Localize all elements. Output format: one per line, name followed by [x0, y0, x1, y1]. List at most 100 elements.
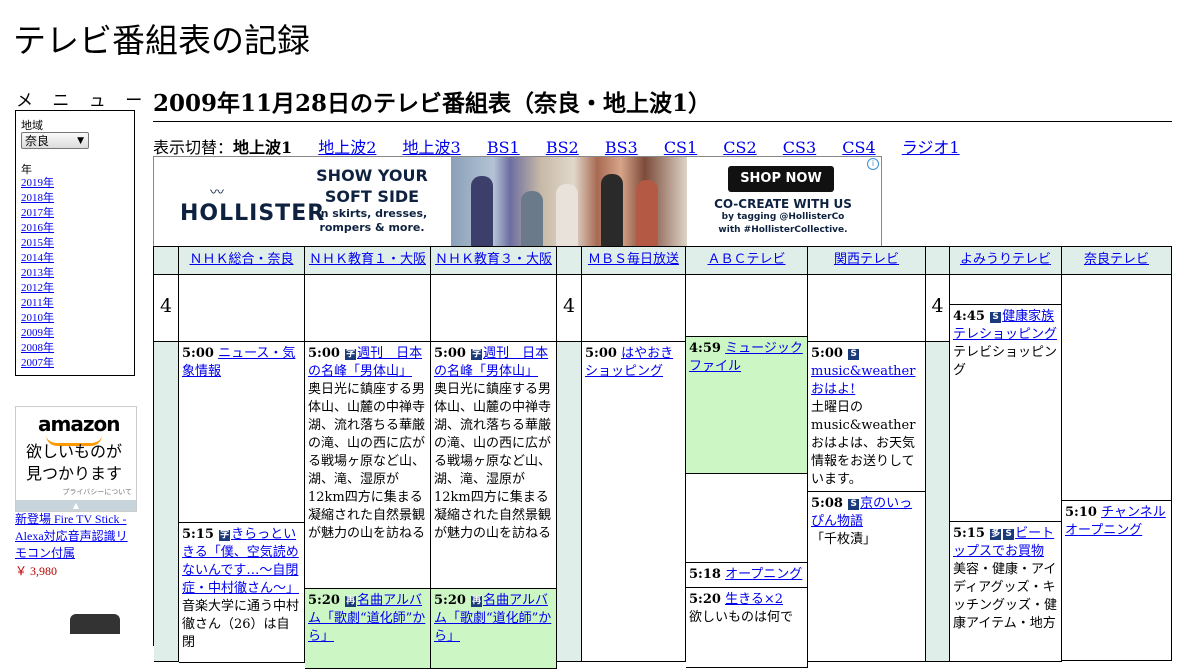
stereo-icon: S — [1003, 529, 1015, 540]
program-cell-empty — [431, 275, 557, 342]
shop-now-button[interactable]: SHOP NOW — [728, 166, 834, 192]
program-cell-empty — [582, 275, 686, 342]
program-title-link[interactable]: 生きる×2 — [725, 592, 783, 607]
program-cell: 4:45 S 健康家族テレショッピング テレビショッピング — [950, 305, 1062, 522]
switch-link[interactable]: 地上波2 — [318, 138, 376, 157]
channel-link[interactable]: よみうりテレビ — [960, 252, 1051, 267]
switch-label: 表示切替： — [153, 138, 234, 157]
ad-copy-line: 見つかります — [26, 464, 123, 483]
year-link[interactable]: 2014年 — [21, 251, 54, 266]
switch-link[interactable]: CS1 — [664, 138, 697, 157]
menu-heading: メ ニ ュ ー — [16, 91, 150, 111]
channel-link[interactable]: ＮＨＫ教育３・大阪 — [435, 252, 552, 267]
hour-cell: 4 — [557, 275, 582, 342]
region-label: 地域 — [21, 119, 43, 132]
hour-number: 4 — [159, 295, 173, 317]
banner-subline: in skirts, dresses, rompers & more. — [316, 207, 428, 234]
year-link[interactable]: 2019年 — [21, 176, 54, 191]
year-link[interactable]: 2016年 — [21, 221, 54, 236]
rebroadcast-icon: 再 — [471, 596, 483, 607]
amazon-ad[interactable]: amazon 欲しいものが 見つかります プライバシーについて ▲ — [15, 406, 137, 512]
year-list: 2019年 2018年 2017年 2016年 2015年 2014年 2013… — [21, 176, 54, 371]
switch-link[interactable]: CS2 — [723, 138, 756, 157]
program-cell: 5:00 はやおきショッピング — [582, 342, 686, 662]
year-label: 年 — [21, 163, 32, 176]
channel-link[interactable]: ＮＨＫ総合・奈良 — [189, 252, 293, 267]
stereo-icon: S — [848, 349, 860, 360]
model-figure — [601, 174, 623, 246]
channel-link[interactable]: 奈良テレビ — [1084, 252, 1149, 267]
ad-product-link[interactable]: 新登場 Fire TV Stick - Alexa対応音声認識リモコン付属 — [15, 511, 137, 562]
fire-tv-stick-image[interactable] — [70, 614, 120, 634]
model-figure — [636, 180, 658, 246]
program-cell-empty — [686, 474, 808, 563]
program-cell: 4:59 ミュージックファイル — [686, 337, 808, 474]
sidebar-menu: 地域 奈良 ▼ 年 2019年 2018年 2017年 2016年 2015年 … — [15, 110, 135, 376]
channel-link[interactable]: 関西テレビ — [834, 252, 899, 267]
subtitle-icon: 字 — [471, 349, 483, 360]
hollister-banner-ad[interactable]: 〰 HOLLISTER SHOW YOUR SOFT SIDE in skirt… — [153, 156, 882, 247]
program-cell: 5:20 再名曲アルバム「歌劇“道化師”から」 — [431, 589, 557, 669]
ad-collapse-bar[interactable]: ▲ — [16, 500, 136, 511]
hour-cell — [154, 342, 179, 662]
hour-cell: 4 — [926, 275, 950, 342]
program-cell-empty — [808, 275, 926, 342]
seagull-logo-icon: 〰 — [210, 185, 224, 201]
program-time: 5:15 — [953, 526, 985, 541]
stereo-icon: S — [848, 499, 860, 510]
year-link[interactable]: 2011年 — [21, 296, 54, 311]
switch-link[interactable]: CS4 — [842, 138, 875, 157]
channel-link[interactable]: ＭＢＳ毎日放送 — [588, 252, 679, 267]
hour-header — [926, 247, 950, 275]
program-title-link[interactable]: music&weatherおはよ! — [811, 364, 915, 397]
switch-link[interactable]: 地上波3 — [403, 138, 461, 157]
region-select-value: 奈良 — [25, 134, 50, 148]
program-time: 5:00 — [434, 346, 466, 361]
hour-header — [557, 247, 582, 275]
stereo-icon: S — [990, 312, 1002, 323]
year-link[interactable]: 2009年 — [21, 326, 54, 341]
banner-tagline: SHOW YOUR SOFT SIDE — [316, 166, 428, 206]
switch-link[interactable]: CS3 — [783, 138, 816, 157]
program-cell: 5:15 字きらっといきる「僕、空気読めないんです…～自閉症・中村徹さん～」 音… — [179, 523, 305, 663]
channel-header: ＮＨＫ教育１・大阪 — [305, 247, 431, 275]
year-link[interactable]: 2010年 — [21, 311, 54, 326]
program-time: 5:20 — [434, 593, 466, 608]
program-cell: 5:18 オープニング — [686, 563, 808, 588]
ad-privacy-link[interactable]: プライバシーについて — [62, 487, 132, 497]
switch-link[interactable]: BS1 — [487, 138, 520, 157]
region-select[interactable]: 奈良 ▼ — [21, 132, 89, 149]
switch-link[interactable]: ラジオ1 — [902, 138, 960, 157]
ad-info-icon[interactable]: i — [867, 158, 879, 170]
year-link[interactable]: 2012年 — [21, 281, 54, 296]
year-link[interactable]: 2013年 — [21, 266, 54, 281]
program-cell-empty — [950, 275, 1062, 305]
switch-link[interactable]: BS3 — [605, 138, 638, 157]
program-time: 5:20 — [308, 593, 340, 608]
channel-header: ＮＨＫ教育３・大阪 — [431, 247, 557, 275]
switch-link[interactable]: BS2 — [546, 138, 579, 157]
year-link[interactable]: 2018年 — [21, 191, 54, 206]
program-description: 美容・健康・アイディアグッズ・キッチングッズ・健康アイテム・地方 — [953, 562, 1058, 631]
program-description: 奥日光に鎮座する男体山、山麓の中禅寺湖、流れ落ちる華厳の滝、山の西に広がる戦場ヶ… — [434, 382, 552, 541]
amazon-logo: amazon — [38, 412, 120, 436]
hour-cell — [926, 342, 950, 662]
year-link[interactable]: 2007年 — [21, 356, 54, 371]
program-title-link[interactable]: オープニング — [725, 567, 802, 582]
year-link[interactable]: 2015年 — [21, 236, 54, 251]
year-link[interactable]: 2017年 — [21, 206, 54, 221]
program-time: 5:20 — [689, 592, 721, 607]
channel-header: ＡＢＣテレビ — [686, 247, 808, 275]
channel-link[interactable]: ＮＨＫ教育１・大阪 — [309, 252, 426, 267]
banner-brand: HOLLISTER — [180, 201, 326, 226]
program-cell-empty — [305, 275, 431, 342]
hour-cell — [557, 342, 582, 662]
subtitle-icon: 字 — [345, 349, 357, 360]
program-time: 5:18 — [689, 567, 721, 582]
year-link[interactable]: 2008年 — [21, 341, 54, 356]
channel-header: 関西テレビ — [808, 247, 926, 275]
program-cell: 5:08 S 京のいっぴん物語 「千枚漬」 — [808, 492, 926, 662]
banner-cocreate: CO-CREATE WITH US by tagging @HollisterC… — [710, 197, 856, 237]
program-cell: 5:00 字週刊 日本の名峰「男体山」 奥日光に鎮座する男体山、山麓の中禅寺湖、… — [431, 342, 557, 589]
channel-link[interactable]: ＡＢＣテレビ — [707, 252, 785, 267]
